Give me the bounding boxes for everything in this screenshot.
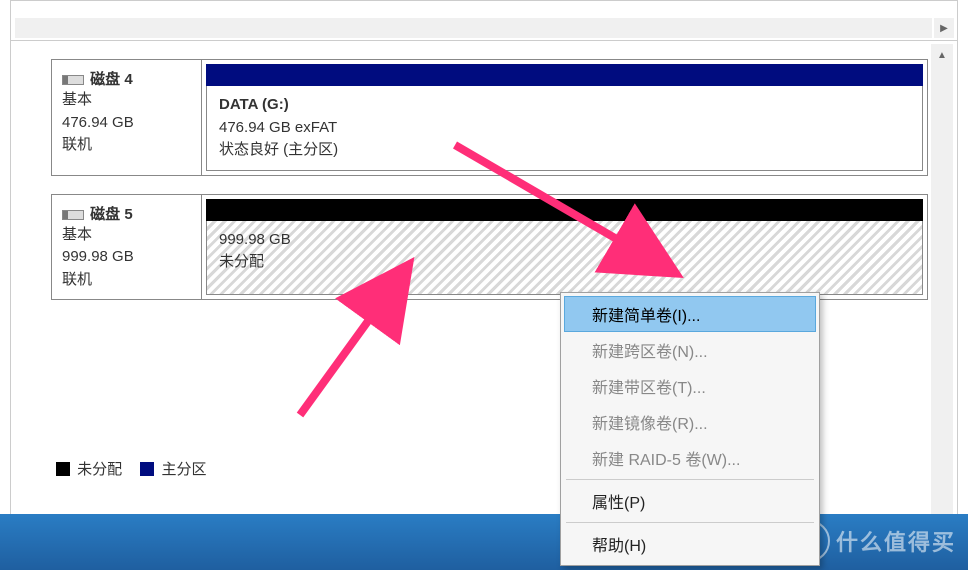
- legend-swatch-primary: [140, 462, 154, 476]
- menu-properties[interactable]: 属性(P): [564, 483, 816, 519]
- horizontal-scrollbar[interactable]: [15, 18, 932, 38]
- disk-type: 基本: [62, 224, 191, 247]
- vertical-scrollbar[interactable]: ▲ ▼: [931, 44, 953, 565]
- disk-status: 联机: [62, 269, 191, 292]
- watermark-text: 什么值得买: [836, 525, 956, 557]
- volume-info: 999.98 GB: [219, 229, 910, 252]
- disk-name: 磁盘 4: [90, 71, 133, 88]
- menu-help[interactable]: 帮助(H): [564, 526, 816, 562]
- menu-new-simple-volume[interactable]: 新建简单卷(I)...: [564, 296, 816, 332]
- disk-status: 联机: [62, 134, 191, 157]
- menu-separator: [566, 522, 814, 523]
- context-menu: 新建简单卷(I)... 新建跨区卷(N)... 新建带区卷(T)... 新建镜像…: [560, 292, 820, 566]
- menu-new-mirrored-volume: 新建镜像卷(R)...: [564, 404, 816, 440]
- disk-icon: [62, 75, 84, 85]
- disk-size: 999.98 GB: [62, 246, 191, 269]
- menu-new-raid5-volume: 新建 RAID-5 卷(W)...: [564, 440, 816, 476]
- volume-state: 未分配: [219, 251, 910, 274]
- volume-header-primary: [206, 64, 923, 86]
- disk-row: 磁盘 5 基本 999.98 GB 联机 999.98 GB 未分配: [51, 194, 928, 301]
- volume-info: 476.94 GB exFAT: [219, 117, 910, 140]
- legend-label-unallocated: 未分配: [77, 461, 122, 478]
- disk-info-cell[interactable]: 磁盘 5 基本 999.98 GB 联机: [52, 195, 202, 300]
- scroll-right-button[interactable]: ▶: [934, 18, 954, 38]
- volume-cell[interactable]: DATA (G:) 476.94 GB exFAT 状态良好 (主分区): [202, 60, 927, 175]
- legend-swatch-unallocated: [56, 462, 70, 476]
- volume-list-region: ▶: [11, 1, 957, 41]
- disk-row: 磁盘 4 基本 476.94 GB 联机 DATA (G:) 476.94 GB…: [51, 59, 928, 176]
- volume-header-unallocated: [206, 199, 923, 221]
- disk-icon: [62, 210, 84, 220]
- legend-label-primary: 主分区: [162, 461, 207, 478]
- scroll-up-button[interactable]: ▲: [931, 44, 953, 66]
- menu-separator: [566, 479, 814, 480]
- legend: 未分配 主分区: [56, 458, 221, 479]
- volume-name: DATA (G:): [219, 94, 910, 117]
- disk-size: 476.94 GB: [62, 112, 191, 135]
- volume-body-unallocated[interactable]: 999.98 GB 未分配: [206, 221, 923, 296]
- volume-cell[interactable]: 999.98 GB 未分配: [202, 195, 927, 300]
- volume-state: 状态良好 (主分区): [219, 139, 910, 162]
- menu-new-striped-volume: 新建带区卷(T)...: [564, 368, 816, 404]
- disk-type: 基本: [62, 89, 191, 112]
- disk-info-cell[interactable]: 磁盘 4 基本 476.94 GB 联机: [52, 60, 202, 175]
- menu-new-spanned-volume: 新建跨区卷(N)...: [564, 332, 816, 368]
- disk-name: 磁盘 5: [90, 206, 133, 223]
- volume-body[interactable]: DATA (G:) 476.94 GB exFAT 状态良好 (主分区): [206, 86, 923, 171]
